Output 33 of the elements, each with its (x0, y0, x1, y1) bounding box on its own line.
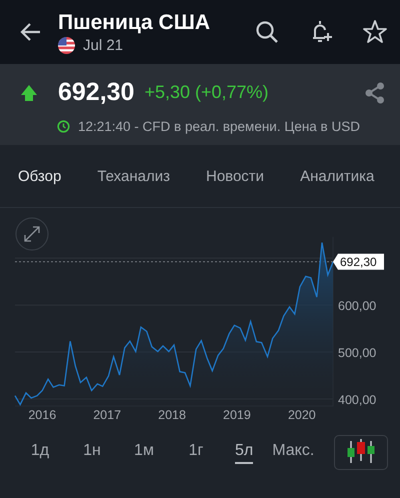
price-tag: 692,30 (333, 254, 384, 270)
tab[interactable]: Обзор (18, 168, 62, 184)
expand-icon[interactable] (16, 218, 48, 250)
search-icon[interactable] (254, 19, 280, 45)
candlestick-icon (346, 439, 376, 465)
quote-info: 12:21:40 - CFD в реал. времени. Цена в USD (78, 119, 360, 134)
price: 692,30 (58, 78, 134, 107)
axis-label: 2017 (93, 408, 122, 422)
axis-label: 2020 (288, 408, 316, 422)
axis-label: 2016 (28, 408, 56, 422)
axis-label: 500,00 (338, 346, 376, 360)
flag-icon (58, 36, 75, 54)
price-change: +5,30 (+0,77%) (144, 82, 270, 103)
range-button[interactable]: 1н (66, 440, 118, 464)
contract-month: Jul 21 (83, 36, 124, 54)
range-button[interactable]: 1м (118, 440, 170, 464)
range-button[interactable]: 1д (14, 440, 66, 464)
tab[interactable]: Аналитика (300, 168, 374, 184)
axis-label: 600,00 (338, 299, 376, 314)
tab[interactable]: Новости (206, 168, 264, 184)
instrument-title: Пшеница США (58, 10, 211, 34)
share-icon[interactable] (364, 82, 386, 104)
axis-label: 2018 (158, 408, 186, 422)
star-icon[interactable] (362, 19, 388, 45)
range-button[interactable]: Макс. (272, 440, 314, 464)
clock-icon (57, 120, 70, 133)
axis-label: 400,00 (338, 392, 376, 407)
ref-line-label: 692,30 (340, 255, 378, 270)
range-button[interactable]: 1г (170, 440, 222, 464)
tab[interactable]: Теханализ (97, 168, 170, 184)
axis-label: 2019 (223, 408, 251, 422)
range-button[interactable]: 5л (235, 440, 254, 464)
chart-type-button[interactable] (334, 434, 388, 470)
